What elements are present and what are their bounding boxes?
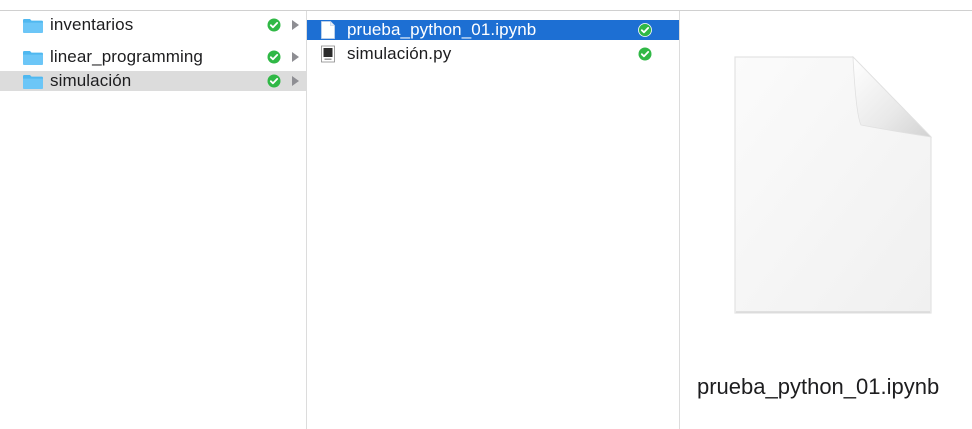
file-row-prueba-python[interactable]: prueba_python_01.ipynb — [307, 20, 679, 40]
document-icon — [321, 21, 335, 39]
finder-column-files[interactable]: prueba_python_01.ipynb simulación.py — [307, 11, 679, 429]
folder-icon — [22, 74, 44, 89]
folder-icon — [22, 50, 44, 65]
preview-filename: prueba_python_01.ipynb — [697, 374, 940, 399]
generic-document-icon[interactable] — [733, 55, 933, 315]
file-label: prueba_python_01.ipynb — [347, 20, 537, 39]
sync-status-icon — [267, 50, 281, 64]
folder-label: inventarios — [50, 15, 134, 34]
folder-row-simulacion[interactable]: simulación — [0, 71, 306, 91]
disclosure-arrow-icon — [292, 20, 299, 30]
file-row-simulacion-py[interactable]: simulación.py — [307, 44, 679, 64]
finder-column-folders[interactable]: inventarios linear_programming simulació… — [0, 11, 306, 429]
folder-label: linear_programming — [50, 47, 203, 66]
folder-label: simulación — [50, 71, 132, 90]
folder-row-inventarios[interactable]: inventarios — [0, 15, 306, 35]
python-script-icon — [321, 45, 335, 63]
sync-status-icon — [638, 23, 652, 37]
sync-status-icon — [638, 47, 652, 61]
sync-status-icon — [267, 74, 281, 88]
sync-status-icon — [267, 18, 281, 32]
disclosure-arrow-icon — [292, 76, 299, 86]
file-label: simulación.py — [347, 44, 452, 63]
disclosure-arrow-icon — [292, 52, 299, 62]
folder-row-linear-programming[interactable]: linear_programming — [0, 47, 306, 67]
folder-icon — [22, 18, 44, 33]
